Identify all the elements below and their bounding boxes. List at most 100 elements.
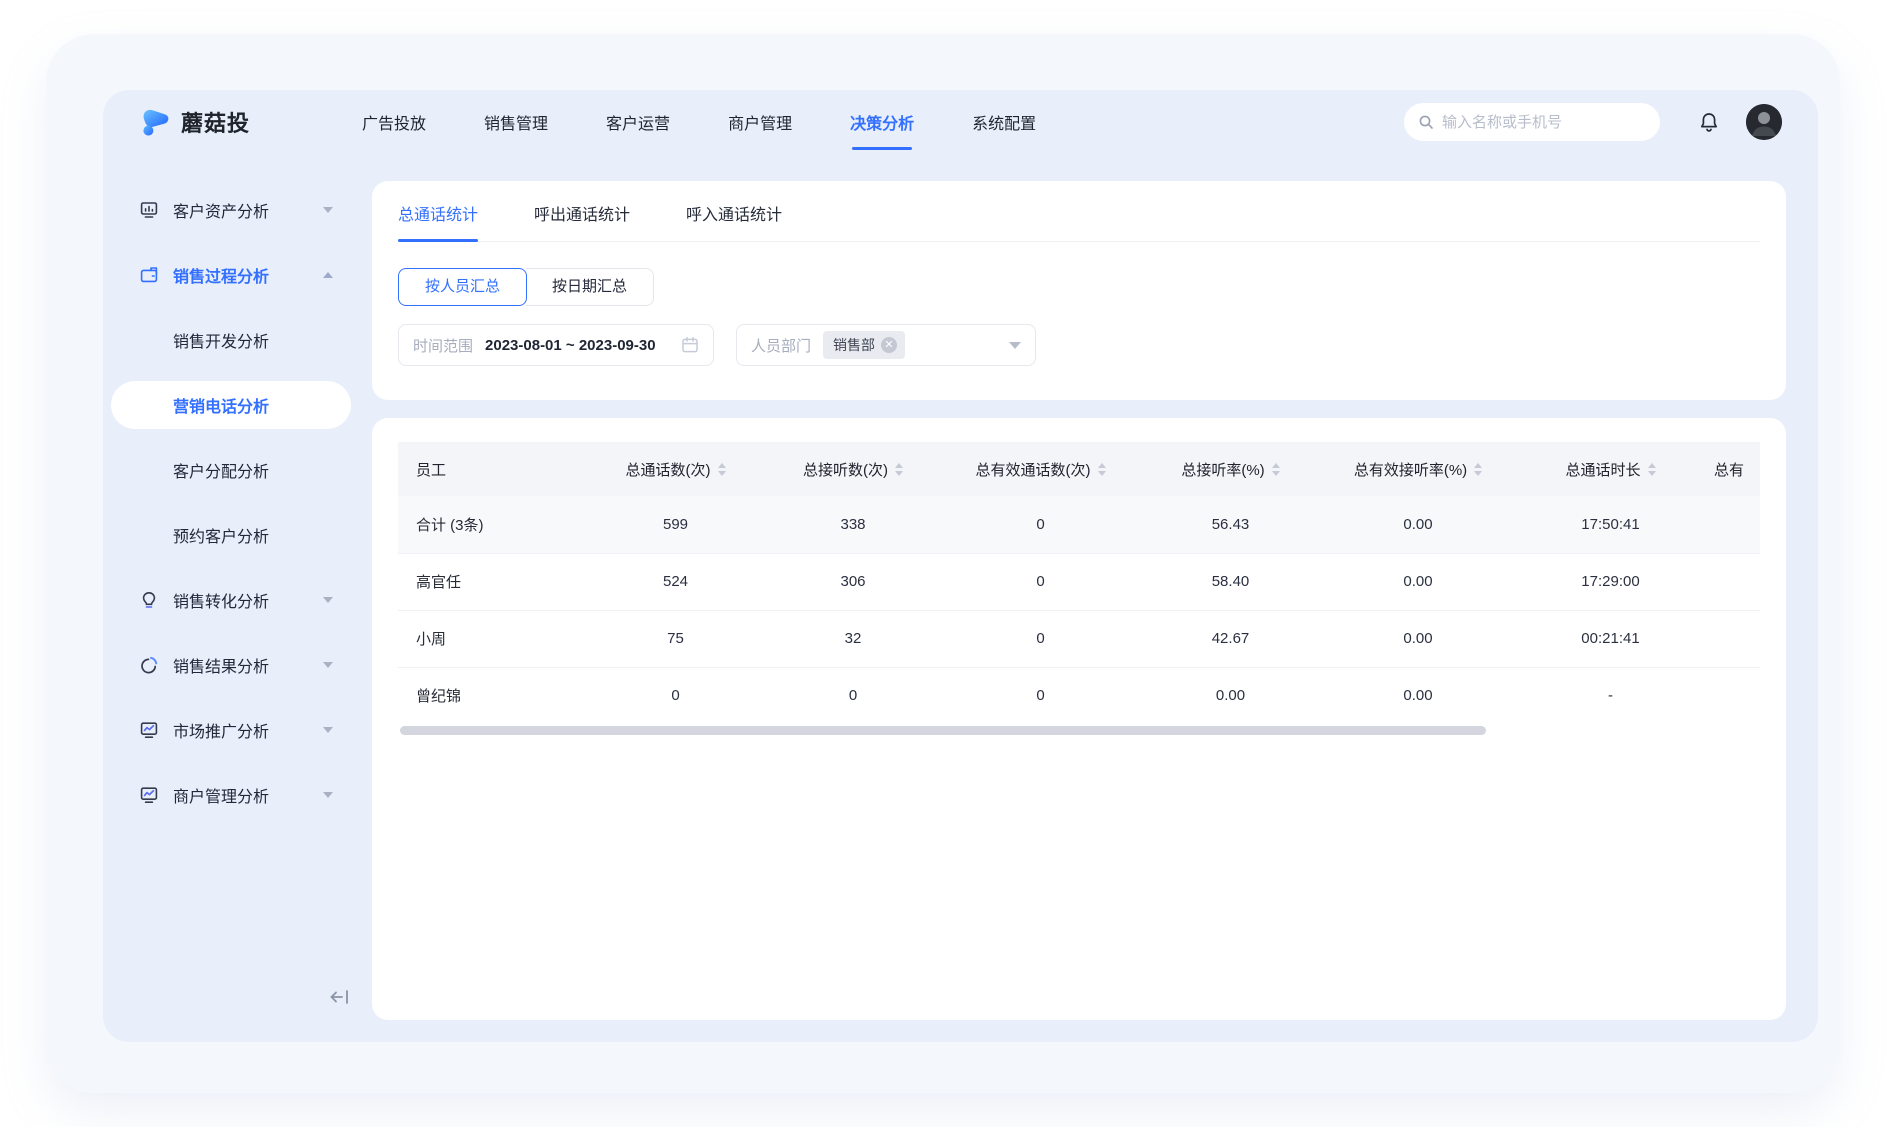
sidebar-item-market-promotion[interactable]: 市场推广分析 bbox=[111, 706, 351, 754]
department-tag-text: 销售部 bbox=[833, 335, 875, 355]
col-clipped: 总有 bbox=[1708, 442, 1760, 496]
sidebar-item-sales-process[interactable]: 销售过程分析 bbox=[111, 251, 351, 299]
date-range-picker[interactable]: 时间范围 2023-08-01 ~ 2023-09-30 bbox=[398, 324, 714, 366]
date-range-label: 时间范围 bbox=[413, 335, 473, 356]
toggle-by-date[interactable]: 按日期汇总 bbox=[526, 268, 654, 306]
cell-value: 17:29:00 bbox=[1513, 553, 1708, 610]
sort-icon[interactable] bbox=[895, 463, 903, 476]
sidebar-item-customer-allocation[interactable]: 客户分配分析 bbox=[111, 446, 351, 494]
sidebar-label: 销售转化分析 bbox=[173, 588, 323, 612]
nav-item-sales[interactable]: 销售管理 bbox=[484, 104, 548, 140]
cell-value: 0.00 bbox=[1323, 610, 1513, 667]
sidebar-item-marketing-calls[interactable]: 营销电话分析 bbox=[111, 381, 351, 429]
sidebar-item-sales-results[interactable]: 销售结果分析 bbox=[111, 641, 351, 689]
date-range-value: 2023-08-01 ~ 2023-09-30 bbox=[485, 337, 656, 354]
brand-logo-icon bbox=[139, 106, 171, 138]
cell-value: 32 bbox=[763, 610, 943, 667]
sidebar-item-appointment-customers[interactable]: 预约客户分析 bbox=[111, 511, 351, 559]
brand: 蘑菇投 bbox=[139, 106, 250, 138]
cell-value bbox=[1708, 496, 1760, 553]
col-valid-answer-rate: 总有效接听率(%) bbox=[1323, 442, 1513, 496]
nav-item-system-config[interactable]: 系统配置 bbox=[972, 104, 1036, 140]
col-total-calls: 总通话数(次) bbox=[588, 442, 763, 496]
app-window: 蘑菇投 广告投放 销售管理 客户运营 商户管理 决策分析 系统配置 bbox=[103, 90, 1818, 1042]
chevron-down-icon bbox=[323, 207, 333, 213]
cell-value: 42.67 bbox=[1138, 610, 1323, 667]
tab-total-calls[interactable]: 总通话统计 bbox=[398, 201, 478, 241]
nav-item-decision-analysis[interactable]: 决策分析 bbox=[850, 104, 914, 140]
search-input[interactable] bbox=[1442, 114, 1646, 131]
sort-icon[interactable] bbox=[1098, 463, 1106, 476]
search-icon bbox=[1418, 114, 1434, 130]
cell-value: 0 bbox=[943, 667, 1138, 724]
sidebar-label: 客户分配分析 bbox=[173, 458, 351, 482]
horizontal-scrollbar bbox=[398, 726, 1760, 736]
cell-value: - bbox=[1513, 667, 1708, 724]
global-search[interactable] bbox=[1404, 103, 1660, 141]
sort-icon[interactable] bbox=[718, 463, 726, 476]
cell-value: 58.40 bbox=[1138, 553, 1323, 610]
sidebar: 客户资产分析 销售过程分析 销售开发分析 营销电话分析 bbox=[111, 186, 351, 819]
sidebar-item-sales-development[interactable]: 销售开发分析 bbox=[111, 316, 351, 364]
cell-value: 0 bbox=[943, 610, 1138, 667]
col-total-valid-calls: 总有效通话数(次) bbox=[943, 442, 1138, 496]
sidebar-label: 销售过程分析 bbox=[173, 263, 323, 287]
table-card: 员工 总通话数(次) 总接听数(次) 总有效通话数(次) bbox=[372, 418, 1786, 1020]
sort-icon[interactable] bbox=[1272, 463, 1280, 476]
chevron-up-icon bbox=[323, 272, 333, 278]
brand-name: 蘑菇投 bbox=[181, 106, 250, 138]
sidebar-label: 销售开发分析 bbox=[173, 328, 351, 352]
nav-item-ads[interactable]: 广告投放 bbox=[362, 104, 426, 140]
cell-employee: 高官任 bbox=[398, 553, 588, 610]
chevron-down-icon bbox=[323, 727, 333, 733]
sort-icon[interactable] bbox=[1648, 463, 1656, 476]
toggle-by-person[interactable]: 按人员汇总 bbox=[398, 268, 527, 306]
filter-card: 总通话统计 呼出通话统计 呼入通话统计 按人员汇总 按日期汇总 时间范围 202… bbox=[372, 181, 1786, 400]
cell-value: 0.00 bbox=[1323, 667, 1513, 724]
cell-value: 56.43 bbox=[1138, 496, 1323, 553]
cell-value: 75 bbox=[588, 610, 763, 667]
cell-value: 0 bbox=[943, 496, 1138, 553]
cell-value bbox=[1708, 610, 1760, 667]
tab-inbound-calls[interactable]: 呼入通话统计 bbox=[686, 201, 782, 241]
tag-remove-icon[interactable]: ✕ bbox=[881, 337, 897, 353]
chevron-down-icon bbox=[323, 662, 333, 668]
user-avatar[interactable] bbox=[1746, 104, 1782, 140]
sort-icon[interactable] bbox=[1474, 463, 1482, 476]
cell-value bbox=[1708, 553, 1760, 610]
sidebar-collapse-icon[interactable] bbox=[327, 984, 353, 1010]
monitor-trend-icon bbox=[139, 720, 159, 740]
sidebar-label: 客户资产分析 bbox=[173, 198, 323, 222]
cell-value: 0 bbox=[763, 667, 943, 724]
tab-outbound-calls[interactable]: 呼出通话统计 bbox=[534, 201, 630, 241]
cell-employee: 小周 bbox=[398, 610, 588, 667]
cell-value: 00:21:41 bbox=[1513, 610, 1708, 667]
wallet-icon bbox=[139, 265, 159, 285]
department-label: 人员部门 bbox=[751, 335, 811, 356]
filter-row: 时间范围 2023-08-01 ~ 2023-09-30 人员部门 销售部 ✕ bbox=[398, 324, 1760, 366]
sidebar-item-merchant-management[interactable]: 商户管理分析 bbox=[111, 771, 351, 819]
monitor-chart-icon bbox=[139, 200, 159, 220]
pie-chart-icon bbox=[139, 655, 159, 675]
cell-value: 306 bbox=[763, 553, 943, 610]
cell-value: 17:50:41 bbox=[1513, 496, 1708, 553]
cell-value: 338 bbox=[763, 496, 943, 553]
cell-value: 0.00 bbox=[1323, 496, 1513, 553]
scrollbar-thumb[interactable] bbox=[400, 726, 1486, 735]
nav-item-merchant[interactable]: 商户管理 bbox=[728, 104, 792, 140]
cell-value: 524 bbox=[588, 553, 763, 610]
cell-value: 0.00 bbox=[1138, 667, 1323, 724]
cell-employee: 合计 (3条) bbox=[398, 496, 588, 553]
chevron-down-icon bbox=[323, 597, 333, 603]
department-select[interactable]: 人员部门 销售部 ✕ bbox=[736, 324, 1036, 366]
sidebar-item-sales-conversion[interactable]: 销售转化分析 bbox=[111, 576, 351, 624]
cell-value: 0.00 bbox=[1323, 553, 1513, 610]
cell-value bbox=[1708, 667, 1760, 724]
notification-bell-icon[interactable] bbox=[1698, 111, 1720, 133]
sidebar-label: 预约客户分析 bbox=[173, 523, 351, 547]
table-scroll-area[interactable]: 员工 总通话数(次) 总接听数(次) 总有效通话数(次) bbox=[398, 442, 1760, 724]
summary-toggle: 按人员汇总 按日期汇总 bbox=[398, 268, 654, 306]
sidebar-label: 市场推广分析 bbox=[173, 718, 323, 742]
sidebar-item-customer-assets[interactable]: 客户资产分析 bbox=[111, 186, 351, 234]
nav-item-customer-ops[interactable]: 客户运营 bbox=[606, 104, 670, 140]
